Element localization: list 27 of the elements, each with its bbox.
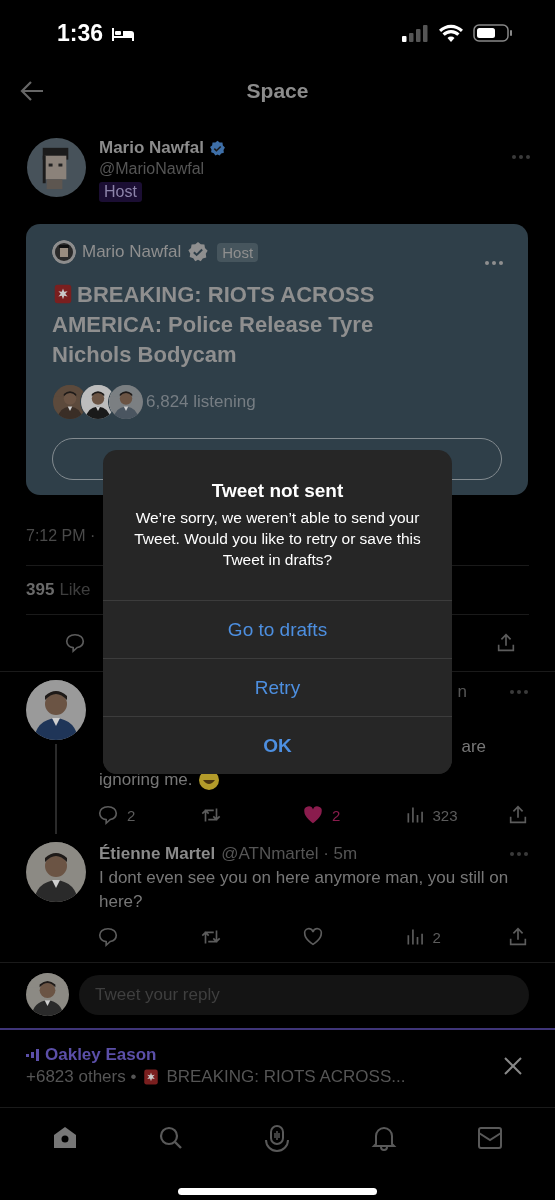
reply-count: 2 <box>127 806 136 824</box>
listener-count: 6,824 listening <box>146 392 256 412</box>
host-handle: @MarioNawfal <box>99 160 206 178</box>
reply-text: I dont even see you on here anymore man, you still on here? <box>99 867 510 913</box>
alert-button[interactable]: OK <box>103 716 452 774</box>
host-name: Mario Nawfal <box>82 242 182 262</box>
listener-count: +6823 others • <box>26 1067 137 1087</box>
host-badge: Host <box>99 182 142 202</box>
view-count: 2 <box>432 928 441 946</box>
page-title: Space <box>246 79 309 103</box>
alert-message: We’re sorry, we weren’t able to send your Tweet. Would you like to retry or save this Tweet in drafts? <box>133 508 422 570</box>
tweet-time: 7:12 PM · <box>26 527 96 546</box>
status-time: 1:36 <box>57 19 104 47</box>
likes-count: 395 <box>26 580 55 600</box>
host-badge: Host <box>217 242 259 262</box>
speaker-name: Oakley Eason <box>45 1045 157 1065</box>
reply-author: Étienne Martel <box>99 843 216 865</box>
alert-title: Tweet not sent <box>210 480 345 502</box>
reply-meta: @ATNmartel · 5m <box>221 843 358 865</box>
space-title: BREAKING: RIOTS ACROSS... <box>166 1067 406 1087</box>
view-count: 323 <box>432 806 458 824</box>
likes-label: Like <box>59 580 91 600</box>
like-count: 2 <box>332 806 341 824</box>
host-name: Mario Nawfal <box>99 138 204 158</box>
space-title: BREAKING: RIOTS ACROSS AMERICA: Police Release Tyre Nichols Bodycam <box>52 281 376 369</box>
reply-meta: n <box>457 681 467 703</box>
reply-text: are <box>461 736 486 758</box>
